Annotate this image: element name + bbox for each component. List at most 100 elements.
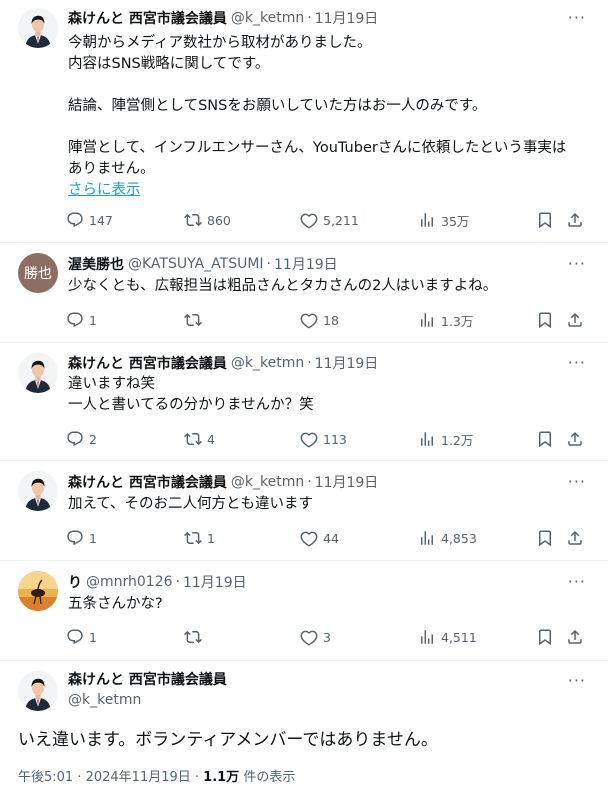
user-handle[interactable]: @k_ketmn	[231, 10, 304, 26]
retweet-button[interactable]: 860	[184, 210, 231, 230]
display-name[interactable]: 森けんと 西宮市議会議員	[68, 353, 227, 373]
like-button[interactable]: 3	[300, 627, 331, 647]
user-handle[interactable]: @KATSUYA_ATSUMI	[128, 256, 264, 272]
tweet-5[interactable]: り @mnrh0126 · 11月19日 ··· 五条さんかな? 1 3 4,5…	[0, 561, 608, 661]
tweet-timestamp[interactable]: 午後5:01 · 2024年11月19日 ·	[18, 770, 203, 785]
retweet-count: 860	[207, 212, 231, 228]
bookmark-icon	[536, 311, 554, 329]
bookmark-button[interactable]	[536, 429, 559, 449]
retweet-count: 4	[207, 431, 215, 447]
retweet-icon	[184, 628, 202, 646]
bar-chart-icon	[418, 211, 436, 229]
tweet-text-line: 加えて、そのお二人何方とも違います	[68, 496, 314, 512]
tweet-date[interactable]: 11月19日	[315, 8, 379, 28]
tweet-2[interactable]: 勝也 渥美勝也 @KATSUYA_ATSUMI · 11月19日 ··· 少なく…	[0, 243, 608, 343]
show-more-link[interactable]: さらに表示	[68, 182, 141, 198]
display-name[interactable]: 森けんと 西宮市議会議員	[68, 472, 227, 492]
reply-button[interactable]: 1	[66, 627, 97, 647]
heart-icon	[300, 211, 318, 229]
separator-dot: ·	[266, 256, 271, 272]
separator-dot: ·	[307, 10, 312, 26]
tweet-1[interactable]: 森けんと 西宮市議会議員 @k_ketmn · 11月19日 ··· 今朝からメ…	[0, 0, 608, 242]
bookmark-button[interactable]	[536, 627, 559, 647]
display-name[interactable]: り	[68, 572, 82, 592]
reply-button[interactable]: 147	[66, 210, 113, 230]
views-button[interactable]: 1.2万	[418, 429, 473, 449]
share-button[interactable]	[566, 528, 589, 548]
bookmark-icon	[536, 430, 554, 448]
reply-count: 1	[89, 312, 97, 328]
views-label: 件の表示	[239, 770, 296, 785]
tweet-4[interactable]: 森けんと 西宮市議会議員 @k_ketmn · 11月19日 ··· 加えて、そ…	[0, 461, 608, 561]
avatar[interactable]	[18, 353, 58, 393]
tweet-header: 渥美勝也 @KATSUYA_ATSUMI · 11月19日	[68, 254, 338, 274]
avatar[interactable]: 勝也	[18, 253, 58, 293]
more-options-icon[interactable]: ···	[568, 472, 586, 492]
more-options-icon[interactable]: ···	[568, 572, 586, 592]
views-button[interactable]: 1.3万	[418, 310, 473, 330]
heart-icon	[300, 311, 318, 329]
avatar[interactable]	[18, 471, 58, 511]
tweet-date[interactable]: 11月19日	[315, 472, 379, 492]
reply-button[interactable]: 1	[66, 528, 97, 548]
retweet-button[interactable]	[184, 627, 207, 647]
like-count: 5,211	[323, 212, 359, 228]
display-name[interactable]: 森けんと 西宮市議会議員	[68, 8, 227, 28]
bookmark-button[interactable]	[536, 528, 559, 548]
like-button[interactable]: 113	[300, 429, 347, 449]
like-button[interactable]: 5,211	[300, 210, 359, 230]
share-button[interactable]	[566, 310, 589, 330]
retweet-button[interactable]: 1	[184, 528, 215, 548]
avatar[interactable]	[18, 8, 58, 48]
tweet-date[interactable]: 11月19日	[183, 572, 247, 592]
like-button[interactable]: 18	[300, 310, 339, 330]
views-button[interactable]: 35万	[418, 210, 469, 230]
display-name[interactable]: 森けんと 西宮市議会議員	[68, 670, 227, 690]
bar-chart-icon	[418, 430, 436, 448]
more-options-icon[interactable]: ···	[568, 8, 586, 28]
separator-dot: ·	[307, 355, 312, 371]
retweet-button[interactable]: 4	[184, 429, 215, 449]
user-handle[interactable]: @k_ketmn	[68, 690, 227, 710]
user-handle[interactable]: @k_ketmn	[231, 474, 304, 490]
tweet-text: 今朝からメディア数社から取材がありました。 内容はSNS戦略に関してです。 結論…	[68, 33, 588, 201]
bookmark-icon	[536, 529, 554, 547]
user-handle[interactable]: @k_ketmn	[231, 355, 304, 371]
tweet-date[interactable]: 11月19日	[274, 254, 338, 274]
bookmark-button[interactable]	[536, 210, 559, 230]
tweet-date[interactable]: 11月19日	[315, 353, 379, 373]
retweet-icon	[184, 211, 202, 229]
tweet-text-line: 少なくとも、広報担当は粗品さんとタカさんの2人はいますよね。	[68, 278, 498, 294]
more-options-icon[interactable]: ···	[568, 353, 586, 373]
display-name[interactable]: 渥美勝也	[68, 254, 124, 274]
view-count: 1.3万	[441, 313, 474, 329]
like-count: 113	[323, 431, 347, 447]
reply-icon	[66, 628, 84, 646]
reply-button[interactable]: 1	[66, 310, 97, 330]
more-options-icon[interactable]: ···	[568, 671, 586, 691]
retweet-button[interactable]	[184, 310, 207, 330]
share-icon	[566, 628, 584, 646]
avatar[interactable]	[18, 671, 58, 711]
tweet-text-line: 内容はSNS戦略に関してです。	[68, 56, 270, 72]
bookmark-button[interactable]	[536, 310, 559, 330]
user-handle[interactable]: @mnrh0126	[86, 574, 173, 590]
tweet-header: 森けんと 西宮市議会議員 @k_ketmn · 11月19日	[68, 353, 378, 373]
share-button[interactable]	[566, 210, 589, 230]
more-options-icon[interactable]: ···	[568, 254, 586, 274]
like-button[interactable]: 44	[300, 528, 339, 548]
share-button[interactable]	[566, 627, 589, 647]
retweet-icon	[184, 430, 202, 448]
reply-button[interactable]: 2	[66, 429, 97, 449]
tweet-actions: 1 1 44 4,853	[66, 528, 586, 548]
share-button[interactable]	[566, 429, 589, 449]
bar-chart-icon	[418, 529, 436, 547]
views-button[interactable]: 4,511	[418, 627, 477, 647]
bar-chart-icon	[418, 628, 436, 646]
heart-icon	[300, 628, 318, 646]
views-button[interactable]: 4,853	[418, 528, 477, 548]
view-count: 35万	[441, 213, 470, 229]
avatar[interactable]	[18, 571, 58, 611]
tweet-3[interactable]: 森けんと 西宮市議会議員 @k_ketmn · 11月19日 ··· 違いますね…	[0, 343, 608, 460]
